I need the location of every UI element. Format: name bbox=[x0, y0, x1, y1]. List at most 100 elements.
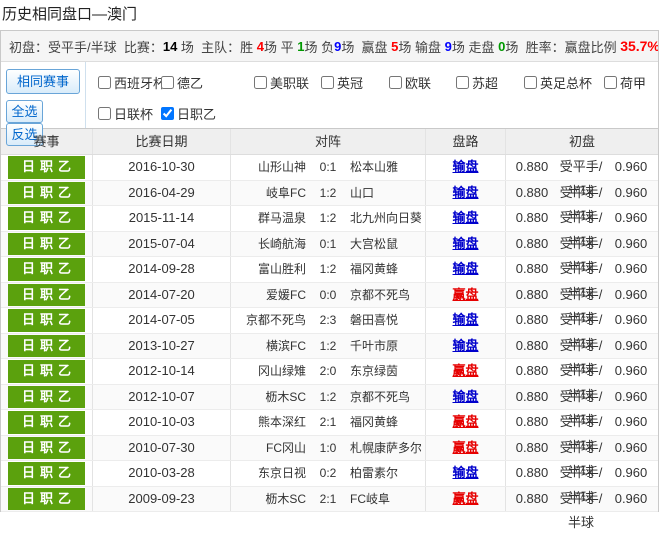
odds-right: 0.960 bbox=[604, 334, 658, 359]
home-team: 冈山绿雉 bbox=[235, 359, 306, 384]
header-date: 比赛日期 bbox=[93, 129, 231, 154]
odds-left: 0.880 bbox=[506, 232, 558, 257]
home-team: 长崎航海 bbox=[235, 232, 306, 257]
result-link[interactable]: 赢盘 bbox=[452, 287, 478, 302]
league-checkbox[interactable] bbox=[254, 76, 267, 89]
away-team: 京都不死鸟 bbox=[350, 283, 421, 308]
result-link[interactable]: 输盘 bbox=[452, 159, 478, 174]
home-team: FC冈山 bbox=[235, 436, 306, 461]
league-checkbox[interactable] bbox=[321, 76, 334, 89]
result-link[interactable]: 输盘 bbox=[452, 389, 478, 404]
league-checkbox[interactable] bbox=[98, 107, 111, 120]
result-link[interactable]: 输盘 bbox=[452, 338, 478, 353]
home-team: 群马温泉 bbox=[235, 206, 306, 231]
match-score: 2:1 bbox=[306, 487, 350, 512]
league-filter-item[interactable]: 英冠 bbox=[321, 74, 389, 90]
league-filter-item[interactable]: 日职乙 bbox=[161, 105, 254, 121]
home-team: 爱媛FC bbox=[235, 283, 306, 308]
match-cell: 岐阜FC 1:2 山口 bbox=[231, 181, 426, 206]
odds-left: 0.880 bbox=[506, 206, 558, 231]
odds-right: 0.960 bbox=[604, 257, 658, 282]
result-link[interactable]: 输盘 bbox=[452, 465, 478, 480]
league-badge: 日职乙 bbox=[8, 335, 85, 358]
odds-left: 0.880 bbox=[506, 385, 558, 410]
stats-segment: 35.7% bbox=[620, 38, 658, 54]
league-checkbox[interactable] bbox=[161, 107, 174, 120]
same-events-button[interactable]: 相同赛事 bbox=[6, 69, 80, 94]
result-link[interactable]: 输盘 bbox=[452, 210, 478, 225]
match-date: 2013-10-27 bbox=[93, 334, 231, 359]
league-badge: 日职乙 bbox=[8, 360, 85, 383]
stats-segment: 1 bbox=[297, 39, 304, 54]
odds-right: 0.960 bbox=[604, 155, 658, 180]
handicap: 受平手/半球 bbox=[558, 461, 604, 486]
league-checkbox-label: 西班牙杯 bbox=[114, 73, 166, 92]
odds-left: 0.880 bbox=[506, 334, 558, 359]
result-link[interactable]: 输盘 bbox=[452, 236, 478, 251]
league-checkbox[interactable] bbox=[389, 76, 402, 89]
filter-buttons: 相同赛事 全选 反选 bbox=[1, 62, 86, 128]
match-date: 2009-09-23 bbox=[93, 487, 231, 512]
match-score: 1:2 bbox=[306, 257, 350, 282]
stats-segment: 场 输盘 bbox=[398, 37, 444, 56]
table-row: 日职乙 2009-09-23 枥木SC 2:1 FC岐阜 赢盘 0.880 受平… bbox=[1, 487, 658, 513]
handicap: 受平手/半球 bbox=[558, 334, 604, 359]
result-link[interactable]: 赢盘 bbox=[452, 363, 478, 378]
league-filter-item[interactable]: 德乙 bbox=[161, 74, 254, 90]
league-filter-item[interactable]: 美职联 bbox=[254, 74, 321, 90]
result-link[interactable]: 输盘 bbox=[452, 261, 478, 276]
stats-segment: 14 bbox=[163, 39, 177, 54]
header-match: 对阵 bbox=[231, 129, 426, 154]
away-team: 松本山雅 bbox=[350, 155, 421, 180]
result-link[interactable]: 赢盘 bbox=[452, 414, 478, 429]
handicap: 受平手/半球 bbox=[558, 257, 604, 282]
odds-right: 0.960 bbox=[604, 308, 658, 333]
league-filter-item[interactable]: 欧联 bbox=[389, 74, 456, 90]
league-filter-item[interactable]: 日联杯 bbox=[98, 105, 161, 121]
select-all-button[interactable]: 全选 bbox=[6, 100, 43, 123]
home-team: 岐阜FC bbox=[235, 181, 306, 206]
away-team: 大宫松鼠 bbox=[350, 232, 421, 257]
odds-right: 0.960 bbox=[604, 359, 658, 384]
league-checkbox[interactable] bbox=[161, 76, 174, 89]
table-row: 日职乙 2014-09-28 富山胜利 1:2 福冈黄蜂 输盘 0.880 受平… bbox=[1, 257, 658, 283]
match-score: 2:3 bbox=[306, 308, 350, 333]
league-checkbox[interactable] bbox=[524, 76, 537, 89]
league-filter-item[interactable]: 苏超 bbox=[456, 74, 524, 90]
league-badge: 日职乙 bbox=[8, 207, 85, 230]
table-row: 日职乙 2014-07-20 爱媛FC 0:0 京都不死鸟 赢盘 0.880 受… bbox=[1, 283, 658, 309]
league-checkbox[interactable] bbox=[604, 76, 617, 89]
league-checkbox[interactable] bbox=[456, 76, 469, 89]
stats-segment: 4 bbox=[257, 39, 264, 54]
result-link[interactable]: 赢盘 bbox=[452, 440, 478, 455]
match-cell: 熊本深红 2:1 福冈黄蜂 bbox=[231, 410, 426, 435]
odds-right: 0.960 bbox=[604, 206, 658, 231]
league-filter-item[interactable]: 西班牙杯 bbox=[98, 74, 161, 90]
match-cell: 群马温泉 1:2 北九州向日葵 bbox=[231, 206, 426, 231]
league-badge: 日职乙 bbox=[8, 437, 85, 460]
home-team: 熊本深红 bbox=[235, 410, 306, 435]
stats-segment: 场 走盘 bbox=[452, 37, 498, 56]
odds-right: 0.960 bbox=[604, 232, 658, 257]
home-team: 枥木SC bbox=[235, 487, 306, 512]
match-date: 2016-10-30 bbox=[93, 155, 231, 180]
handicap: 受平手/半球 bbox=[558, 283, 604, 308]
result-link[interactable]: 输盘 bbox=[452, 185, 478, 200]
result-link[interactable]: 赢盘 bbox=[452, 491, 478, 506]
result-link[interactable]: 输盘 bbox=[452, 312, 478, 327]
table-row: 日职乙 2016-04-29 岐阜FC 1:2 山口 输盘 0.880 受平手/… bbox=[1, 181, 658, 207]
league-checkbox[interactable] bbox=[98, 76, 111, 89]
match-score: 0:0 bbox=[306, 283, 350, 308]
league-filter-item[interactable]: 荷甲 bbox=[604, 74, 658, 90]
league-badge: 日职乙 bbox=[8, 182, 85, 205]
table-row: 日职乙 2015-11-14 群马温泉 1:2 北九州向日葵 输盘 0.880 … bbox=[1, 206, 658, 232]
main-panel: 初盘：受平手/半球 比赛：14 场 主队：胜 4场 平 1场 负9场 赢盘 5场… bbox=[0, 30, 659, 512]
away-team: 北九州向日葵 bbox=[350, 206, 421, 231]
table-row: 日职乙 2015-07-04 长崎航海 0:1 大宫松鼠 输盘 0.880 受平… bbox=[1, 232, 658, 258]
stats-segment: 9 bbox=[445, 39, 452, 54]
stats-segment: 初盘：受平手/半球 比赛： bbox=[9, 37, 163, 56]
handicap: 受平手/半球 bbox=[558, 487, 604, 512]
league-filter-item[interactable]: 英足总杯 bbox=[524, 74, 604, 90]
home-team: 枥木SC bbox=[235, 385, 306, 410]
league-badge: 日职乙 bbox=[8, 258, 85, 281]
